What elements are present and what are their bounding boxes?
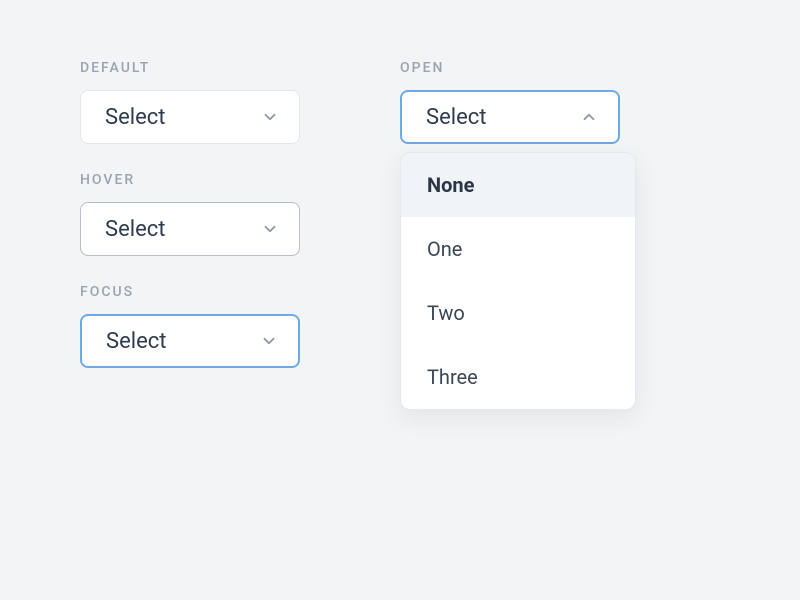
option-two[interactable]: Two (401, 281, 635, 345)
select-hover-value: Select (105, 217, 165, 242)
states-column-left: DEFAULT Select HOVER Select FOCUS Select (80, 60, 300, 368)
chevron-down-icon (261, 220, 279, 238)
option-none[interactable]: None (401, 153, 635, 217)
select-states-showcase: DEFAULT Select HOVER Select FOCUS Select… (80, 60, 720, 368)
select-focus-value: Select (106, 329, 166, 354)
select-default[interactable]: Select (80, 90, 300, 144)
state-label-open: OPEN (400, 60, 620, 76)
select-open-wrap: Select None One Two Three (400, 90, 620, 144)
state-label-default: DEFAULT (80, 60, 300, 76)
state-label-focus: FOCUS (80, 284, 300, 300)
select-hover[interactable]: Select (80, 202, 300, 256)
states-column-right: OPEN Select None One Two Three (400, 60, 620, 368)
option-one[interactable]: One (401, 217, 635, 281)
chevron-down-icon (260, 332, 278, 350)
select-default-value: Select (105, 105, 165, 130)
dropdown-panel: None One Two Three (400, 152, 636, 410)
chevron-down-icon (261, 108, 279, 126)
select-focus[interactable]: Select (80, 314, 300, 368)
select-open-value: Select (426, 105, 486, 130)
state-label-hover: HOVER (80, 172, 300, 188)
option-three[interactable]: Three (401, 345, 635, 409)
chevron-up-icon (580, 108, 598, 126)
select-open[interactable]: Select (400, 90, 620, 144)
